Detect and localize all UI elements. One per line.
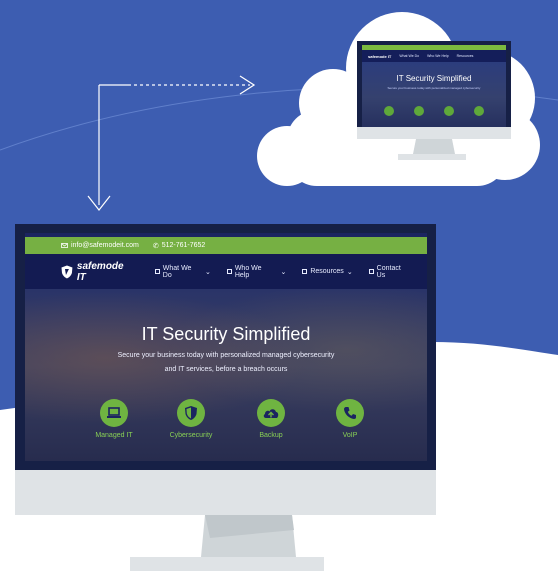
nav-label: Resources [310, 268, 344, 275]
scene: safemode IT What We Do Who We Help Resou… [0, 0, 558, 573]
logo-text: safemode IT [76, 260, 124, 283]
small-screen: safemode IT What We Do Who We Help Resou… [362, 45, 506, 127]
nav-square-icon [368, 269, 374, 274]
service-label: Managed IT [95, 432, 133, 439]
service-label: Cybersecurity [169, 432, 213, 439]
hero-subtitle: Secure your business today with personal… [85, 349, 367, 377]
chevron-down-icon: ⌄ [346, 268, 353, 276]
monitor-chin [15, 470, 436, 515]
phone-text: 512-761-7652 [161, 242, 206, 249]
chevron-down-icon: ⌄ [204, 268, 211, 276]
small-hero: IT Security Simplified Secure your busin… [362, 62, 506, 127]
hero-subtitle-line2: and IT services, before a breach occurs [164, 366, 288, 373]
nav-item-resources[interactable]: Resources ⌄ [302, 268, 353, 276]
service-managed-it[interactable]: Managed IT [79, 399, 149, 439]
nav-square-icon [154, 269, 160, 274]
small-hero-title: IT Security Simplified [396, 74, 472, 83]
small-nav-item: Resources [456, 54, 474, 58]
nav-item-who-we-help[interactable]: Who We Help ⌄ [226, 264, 287, 279]
email-text: info@safemodeit.com [71, 242, 139, 249]
nav-item-what-we-do[interactable]: What We Do ⌄ [154, 264, 211, 279]
shield-icon [177, 399, 205, 427]
cloud-upload-icon [444, 106, 454, 116]
service-voip[interactable]: VoIP [315, 399, 385, 439]
small-nav-item: What We Do [399, 54, 420, 58]
hero-title: IT Security Simplified [141, 324, 311, 344]
hero-section: IT Security Simplified Secure your busin… [25, 289, 427, 461]
cloud-upload-icon [257, 399, 285, 427]
service-cybersecurity[interactable]: Cybersecurity [156, 399, 226, 439]
small-subtitle-line1: Secure your business today with personal… [387, 86, 481, 90]
nav-square-icon [302, 269, 308, 274]
nav-label: Who We Help [234, 264, 262, 279]
envelope-icon [61, 243, 68, 248]
laptop-icon [100, 399, 128, 427]
phone-link[interactable]: ✆ 512-761-7652 [153, 242, 205, 250]
email-link[interactable]: info@safemodeit.com [61, 242, 139, 249]
laptop-icon [384, 106, 394, 116]
service-label: Backup [259, 432, 283, 439]
small-hero-subtitle: Secure your business today with personal… [382, 86, 486, 90]
nav-item-contact-us[interactable]: Contact Us [368, 264, 411, 279]
small-service-icons [384, 106, 484, 116]
phone-small-icon: ✆ [152, 242, 159, 250]
service-backup[interactable]: Backup [236, 399, 306, 439]
phone-icon [474, 106, 484, 116]
nav-label: What We Do [162, 264, 192, 279]
shield-logo-icon [61, 265, 73, 278]
website-screen: info@safemodeit.com ✆ 512-761-7652 safem… [25, 233, 427, 461]
hero-subtitle-line1: Secure your business today with personal… [117, 352, 335, 359]
logo[interactable]: safemode IT [61, 261, 135, 283]
shield-icon [414, 106, 424, 116]
monitor-base [130, 557, 324, 571]
nav-label: Contact Us [376, 264, 401, 279]
chevron-down-icon: ⌄ [280, 268, 287, 276]
services-row: Managed IT Cybersecurity Backup VoIP [79, 399, 379, 449]
phone-icon [336, 399, 364, 427]
service-label: VoIP [342, 432, 358, 439]
small-nav-item: Who We Help [427, 54, 449, 58]
small-logo: safemode IT [368, 53, 392, 59]
small-nav: safemode IT What We Do Who We Help Resou… [362, 50, 506, 62]
nav-square-icon [226, 269, 232, 274]
main-navbar: safemode IT What We Do ⌄ Who We Help ⌄ R… [25, 254, 427, 289]
contact-topbar: info@safemodeit.com ✆ 512-761-7652 [25, 237, 427, 254]
